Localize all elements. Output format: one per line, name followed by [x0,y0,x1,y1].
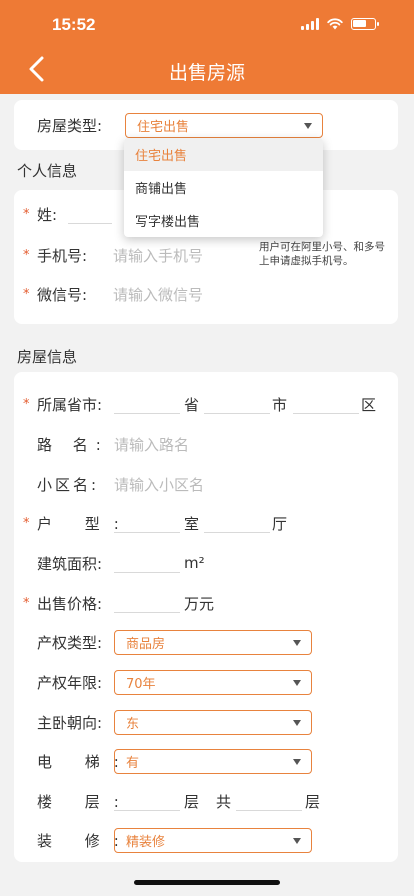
decoration-value: 精装修 [126,835,166,850]
battery-icon [351,18,379,30]
surname-label: 姓: [37,205,58,224]
elevator-value: 有 [126,756,140,771]
property-type-value: 商品房 [126,637,166,652]
price-input[interactable] [114,612,180,613]
area-unit: m² [184,554,205,572]
wechat-label: 微信号: [37,285,88,304]
elevator-row: 电 梯: 有 [14,741,398,781]
decoration-row: 装 修: 精装修 [14,820,398,860]
room-input[interactable] [114,532,180,533]
district-input[interactable] [293,413,359,414]
road-label: 路 名: [37,435,109,454]
province-input[interactable] [114,413,180,414]
required-mark: * [23,515,30,531]
caret-down-icon [293,680,301,686]
home-indicator[interactable] [134,880,280,885]
region-row: * 所属省市: 省 市 区 [14,384,398,424]
house-type-select[interactable]: 住宅出售 [125,113,323,138]
road-input[interactable]: 请输入路名 [114,434,189,455]
hall-input[interactable] [204,532,270,533]
house-section-title: 房屋信息 [17,348,78,366]
header-bar: 15:52 出售房源 [0,0,414,94]
property-years-label: 产权年限: [37,673,103,692]
floor-input[interactable] [114,810,180,811]
status-icons [301,18,379,30]
city-unit: 市 [272,395,288,414]
caret-down-icon [293,759,301,765]
total-label: 共 [216,792,232,811]
property-type-label: 产权类型: [37,633,103,652]
floor-unit: 层 [184,792,200,811]
floor-label: 楼 层: [37,792,133,811]
orientation-value: 东 [126,717,140,732]
signal-icon [301,18,319,30]
region-label: 所属省市: [37,395,103,414]
area-input[interactable] [114,572,180,573]
property-type-select[interactable]: 商品房 [114,630,312,655]
total-floor-input[interactable] [236,810,302,811]
wifi-icon [327,18,343,30]
hall-unit: 厅 [272,514,288,533]
community-label: 小区名: [37,475,100,494]
province-unit: 省 [184,395,200,414]
dropdown-option-residential[interactable]: 住宅出售 [124,138,323,171]
wechat-input[interactable]: 请输入微信号 [113,284,203,305]
property-years-value: 70年 [126,677,156,692]
phone-hint: 用户可在阿里小号、和多号上申请虚拟手机号。 [259,241,385,267]
caret-down-icon [293,838,301,844]
decoration-select[interactable]: 精装修 [114,828,312,853]
required-mark: * [23,595,30,611]
wechat-row: * 微信号: 请输入微信号 [14,274,398,314]
house-type-label: 房屋类型: [37,117,103,135]
city-input[interactable] [204,413,270,414]
house-type-dropdown: 住宅出售 商铺出售 写字楼出售 [124,138,323,237]
road-row: 路 名: 请输入路名 [14,424,398,464]
personal-section-title: 个人信息 [17,162,78,180]
phone-input[interactable]: 请输入手机号 [113,245,203,266]
property-years-row: 产权年限: 70年 [14,662,398,702]
total-unit: 层 [305,792,321,811]
dropdown-option-office[interactable]: 写字楼出售 [124,204,323,237]
property-years-select[interactable]: 70年 [114,670,312,695]
house-info-card: * 所属省市: 省 市 区 路 名: 请输入路名 小区名: 请输入小区名 * 户… [14,372,398,862]
price-label: 出售价格: [37,594,103,613]
community-row: 小区名: 请输入小区名 [14,464,398,504]
caret-down-icon [293,720,301,726]
house-type-value: 住宅出售 [137,120,190,135]
community-input[interactable]: 请输入小区名 [114,474,204,495]
district-unit: 区 [361,395,377,414]
phone-label: 手机号: [37,246,88,265]
area-row: 建筑面积: m² [14,543,398,583]
caret-down-icon [293,640,301,646]
elevator-select[interactable]: 有 [114,749,312,774]
orientation-row: 主卧朝向: 东 [14,702,398,742]
surname-input[interactable] [68,223,112,224]
area-label: 建筑面积: [37,554,103,573]
floor-row: 楼 层: 层 共 层 [14,781,398,821]
layout-row: * 户 型: 室 厅 [14,503,398,543]
required-mark: * [23,247,30,263]
property-type-row: 产权类型: 商品房 [14,622,398,662]
required-mark: * [23,206,30,222]
orientation-label: 主卧朝向: [37,713,103,732]
status-time: 15:52 [52,15,96,34]
room-unit: 室 [184,514,200,533]
required-mark: * [23,396,30,412]
price-row: * 出售价格: 万元 [14,583,398,623]
page-title: 出售房源 [168,62,245,84]
orientation-select[interactable]: 东 [114,710,312,735]
caret-down-icon [304,123,312,129]
dropdown-option-shop[interactable]: 商铺出售 [124,171,323,204]
price-unit: 万元 [184,594,215,613]
required-mark: * [23,286,30,302]
layout-label: 户 型: [37,514,133,533]
